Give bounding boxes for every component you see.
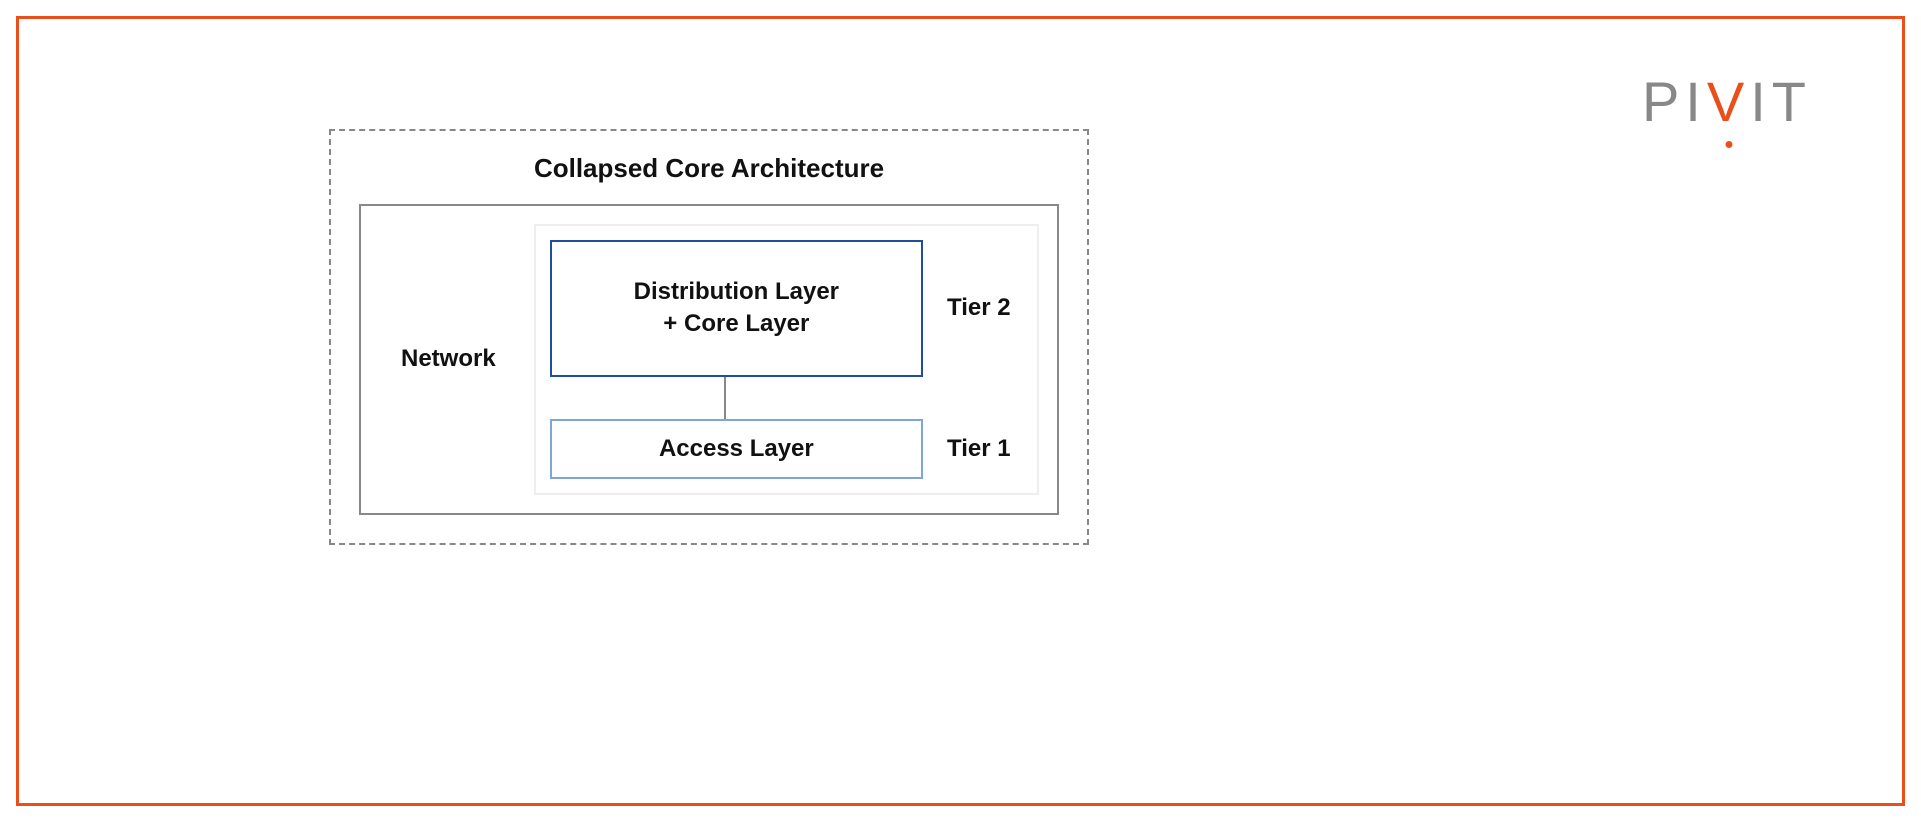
outer-frame: PIVIT Collapsed Core Architecture Networ… (16, 16, 1905, 806)
tier-2-label: Tier 2 (923, 294, 1023, 322)
upper-layer-row: Distribution Layer + Core Layer Tier 2 (550, 240, 1023, 377)
distribution-core-layer-box: Distribution Layer + Core Layer (550, 240, 923, 377)
logo-text-v: V (1707, 69, 1750, 134)
distribution-layer-text: Distribution Layer (562, 276, 911, 308)
access-layer-box: Access Layer (550, 419, 923, 479)
network-solid-container: Network Distribution Layer + Core Layer … (359, 204, 1059, 515)
logo-text-pi: PI (1642, 70, 1707, 133)
network-label: Network (379, 345, 534, 373)
layers-faint-container: Distribution Layer + Core Layer Tier 2 A… (534, 224, 1039, 495)
core-layer-text: + Core Layer (562, 308, 911, 340)
tier-1-label: Tier 1 (923, 435, 1023, 463)
architecture-dashed-container: Collapsed Core Architecture Network Dist… (329, 129, 1089, 545)
lower-layer-row: Access Layer Tier 1 (550, 419, 1023, 479)
diagram-title: Collapsed Core Architecture (359, 153, 1059, 184)
logo-dot-icon (1725, 141, 1732, 148)
diagram-area: Collapsed Core Architecture Network Dist… (329, 129, 1089, 545)
layer-connector-line (724, 377, 726, 419)
logo-text-it: IT (1750, 70, 1812, 133)
brand-logo: PIVIT (1642, 69, 1812, 134)
